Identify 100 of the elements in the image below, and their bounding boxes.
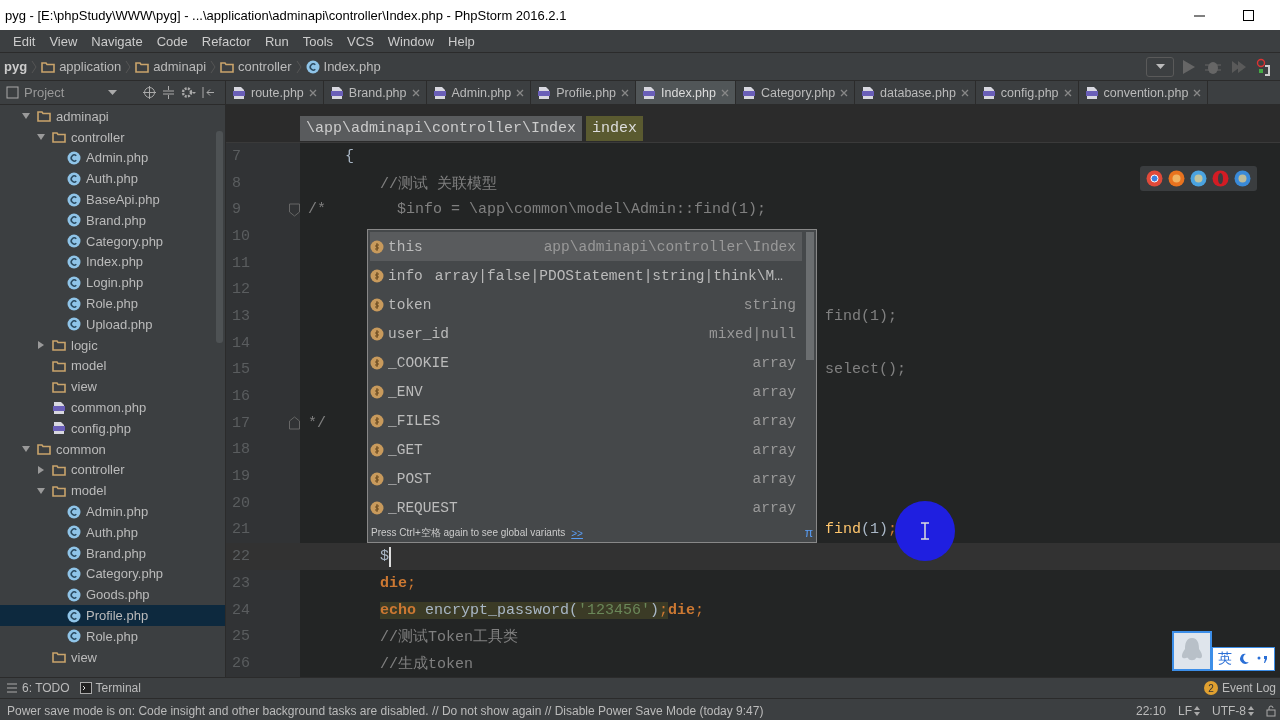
tree-item[interactable]: controller bbox=[0, 459, 225, 481]
browser-icon[interactable] bbox=[1146, 170, 1163, 187]
menu-item[interactable]: Navigate bbox=[91, 33, 143, 49]
fold-icon[interactable] bbox=[289, 202, 300, 217]
lock-icon[interactable] bbox=[1266, 704, 1276, 717]
notification-count: 2 bbox=[1203, 681, 1218, 695]
menu-item[interactable]: Run bbox=[264, 33, 289, 49]
pi-label[interactable]: π bbox=[804, 526, 813, 540]
encoding[interactable]: UTF-8 bbox=[1212, 703, 1246, 718]
close-icon[interactable] bbox=[720, 88, 729, 97]
breadcrumb-item[interactable]: pyg bbox=[4, 59, 28, 74]
event-log-button[interactable]: Event Log bbox=[1221, 681, 1276, 695]
breadcrumb-item[interactable]: adminapi bbox=[153, 59, 207, 74]
tree-item[interactable]: Role.php bbox=[0, 293, 225, 314]
tree-item[interactable]: Index.php bbox=[0, 251, 225, 273]
menu-item[interactable]: Help bbox=[448, 33, 475, 49]
tool-window-button[interactable]: Terminal bbox=[79, 681, 141, 695]
breadcrumb-item[interactable]: \app\adminapi\controller\Index bbox=[300, 116, 583, 141]
tree-item[interactable]: Admin.php bbox=[0, 147, 225, 169]
tree-item[interactable]: Category.php bbox=[0, 230, 225, 252]
editor-tab[interactable]: Index.php bbox=[636, 81, 736, 104]
input-mode-label[interactable]: 英 bbox=[1218, 650, 1232, 668]
tree-item[interactable]: logic bbox=[0, 334, 225, 356]
panel-title[interactable]: Project bbox=[24, 85, 65, 100]
scrollbar[interactable] bbox=[806, 232, 814, 360]
completion-item[interactable]: _POST array bbox=[370, 464, 802, 493]
tree-item[interactable]: Profile.php bbox=[0, 605, 225, 626]
completion-item[interactable]: user_id mixed|null bbox=[370, 319, 802, 348]
tree-item[interactable]: adminapi bbox=[0, 106, 225, 127]
browser-icon[interactable] bbox=[1234, 170, 1251, 187]
tree-item[interactable]: view bbox=[0, 646, 225, 668]
close-icon[interactable] bbox=[1063, 88, 1072, 97]
tree-item[interactable]: Brand.php bbox=[0, 210, 225, 231]
menu-item[interactable]: View bbox=[49, 33, 78, 49]
tree-item[interactable]: BaseApi.php bbox=[0, 189, 225, 210]
completion-item[interactable]: token string bbox=[370, 290, 802, 319]
browser-icon[interactable] bbox=[1190, 170, 1207, 187]
tree-item[interactable]: Role.php bbox=[0, 625, 225, 647]
completion-item[interactable]: this app\adminapi\controller\Index bbox=[370, 232, 802, 261]
completion-item[interactable]: _COOKIE array bbox=[370, 348, 802, 377]
breadcrumb-item[interactable]: controller bbox=[238, 59, 292, 74]
expanded-arrow-icon[interactable] bbox=[36, 485, 46, 496]
tree-item[interactable]: Goods.php bbox=[0, 584, 225, 606]
caret-icon[interactable] bbox=[1155, 64, 1165, 69]
tree-item[interactable]: view bbox=[0, 376, 225, 398]
close-icon[interactable] bbox=[1193, 88, 1202, 97]
completion-item[interactable]: _GET array bbox=[370, 435, 802, 464]
close-icon[interactable] bbox=[960, 88, 969, 97]
run-config-dropdown[interactable] bbox=[1146, 56, 1174, 77]
browser-icon[interactable] bbox=[1168, 170, 1185, 187]
stop-icon[interactable] bbox=[1256, 57, 1272, 76]
breadcrumb-item[interactable]: application bbox=[59, 59, 122, 74]
caret-icon[interactable] bbox=[108, 90, 117, 95]
menu-item[interactable]: Refactor bbox=[201, 33, 251, 49]
menu-item[interactable]: Edit bbox=[13, 33, 36, 49]
tree-item[interactable]: common bbox=[0, 438, 225, 460]
completion-item[interactable]: _FILES array bbox=[370, 406, 802, 435]
menu-item[interactable]: VCS bbox=[347, 33, 374, 49]
completion-item[interactable]: _ENV array bbox=[370, 377, 802, 406]
settings-icon[interactable] bbox=[181, 86, 196, 99]
tree-item[interactable]: Category.php bbox=[0, 563, 225, 585]
tree-item[interactable]: Login.php bbox=[0, 272, 225, 294]
maximize-icon[interactable] bbox=[1243, 9, 1254, 21]
tree-item[interactable]: config.php bbox=[0, 417, 225, 439]
menu-item[interactable]: Window bbox=[387, 33, 435, 49]
close-icon[interactable] bbox=[516, 88, 525, 97]
completion-item[interactable]: info array|false|PDOStatement|string|think\M… bbox=[370, 261, 802, 290]
tree-item[interactable]: Admin.php bbox=[0, 501, 225, 522]
breadcrumb-item[interactable]: index bbox=[586, 116, 644, 141]
moon-icon[interactable] bbox=[1238, 653, 1250, 665]
close-icon[interactable] bbox=[621, 88, 630, 97]
line-separator[interactable]: LF bbox=[1178, 703, 1192, 718]
fold-icon[interactable] bbox=[289, 416, 300, 431]
tree-item[interactable]: Upload.php bbox=[0, 313, 225, 335]
collapsed-arrow-icon[interactable] bbox=[36, 464, 46, 475]
close-icon[interactable] bbox=[308, 88, 317, 97]
tree-item[interactable]: model bbox=[0, 480, 225, 502]
file-icon bbox=[432, 85, 447, 100]
tree-item[interactable]: Auth.php bbox=[0, 521, 225, 543]
collapsed-arrow-icon[interactable] bbox=[36, 340, 46, 351]
tool-window-button[interactable]: 6: TODO bbox=[6, 681, 70, 695]
cursor-position[interactable]: 22:10 bbox=[1135, 703, 1166, 718]
punctuation-icon[interactable] bbox=[1256, 653, 1270, 665]
hide-panel-icon[interactable] bbox=[202, 86, 215, 99]
tree-item[interactable]: Auth.php bbox=[0, 168, 225, 190]
tree-item[interactable]: common.php bbox=[0, 397, 225, 418]
tree-item-label: Goods.php bbox=[86, 587, 150, 603]
hint-link[interactable]: >> bbox=[571, 527, 583, 539]
menu-item[interactable]: Code bbox=[156, 33, 188, 49]
target-icon[interactable] bbox=[143, 86, 156, 99]
close-icon[interactable] bbox=[840, 88, 849, 97]
close-icon[interactable] bbox=[411, 88, 420, 97]
menu-item[interactable]: Tools bbox=[302, 33, 334, 49]
tree-item[interactable]: model bbox=[0, 355, 225, 377]
variable-icon bbox=[370, 239, 384, 254]
tree-item[interactable]: controller bbox=[0, 126, 225, 148]
collapse-icon[interactable] bbox=[162, 86, 175, 99]
tree-item[interactable]: Brand.php bbox=[0, 542, 225, 564]
completion-item[interactable]: _REQUEST array bbox=[370, 493, 802, 522]
breadcrumb-item[interactable]: Index.php bbox=[323, 59, 381, 74]
